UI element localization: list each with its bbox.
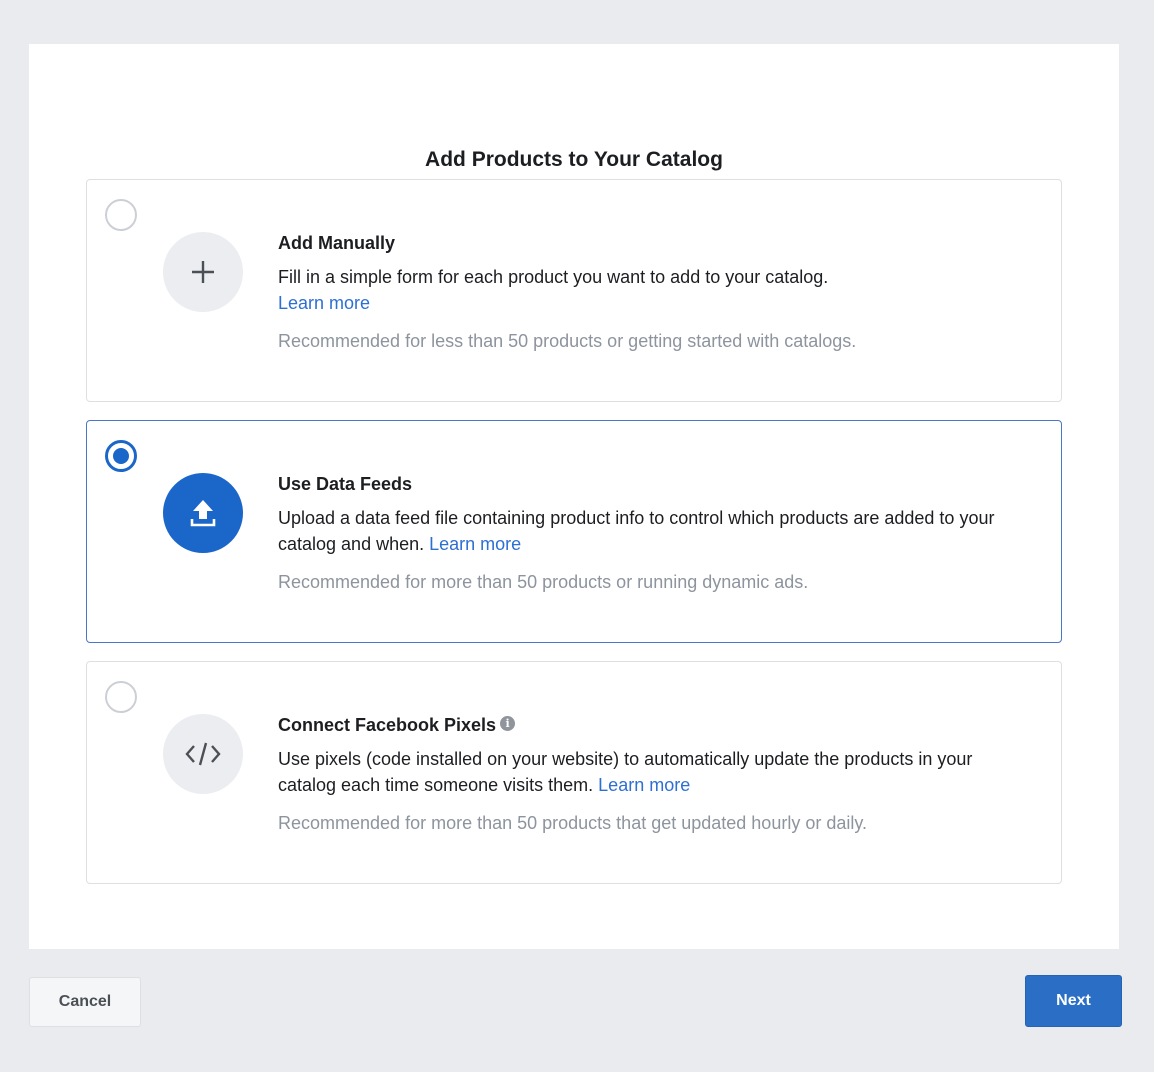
option-title: Add Manually <box>278 233 396 253</box>
code-icon <box>185 742 221 766</box>
option-description-text: Upload a data feed file containing produ… <box>278 508 995 554</box>
learn-more-link[interactable]: Learn more <box>598 775 690 795</box>
next-button[interactable]: Next <box>1025 975 1122 1027</box>
option-description: Use pixels (code installed on your websi… <box>278 746 1018 798</box>
code-icon-circle <box>163 714 243 794</box>
option-use-data-feeds[interactable]: Use Data Feeds Upload a data feed file c… <box>86 420 1062 643</box>
radio-connect-facebook-pixels[interactable] <box>105 681 137 713</box>
dialog-panel: Add Products to Your Catalog Add Manuall… <box>29 44 1119 949</box>
cancel-button[interactable]: Cancel <box>29 977 141 1027</box>
upload-icon-circle <box>163 473 243 553</box>
info-icon[interactable]: i <box>500 716 516 731</box>
option-title: Connect Facebook Pixels i <box>278 714 1018 736</box>
dialog-title: Add Products to Your Catalog <box>425 148 723 171</box>
option-description-text: Fill in a simple form for each product y… <box>278 267 829 287</box>
radio-add-manually[interactable] <box>105 199 137 231</box>
plus-icon-circle <box>163 232 243 312</box>
upload-icon <box>190 500 216 527</box>
learn-more-link[interactable]: Learn more <box>278 293 370 313</box>
option-content: Connect Facebook Pixels i Use pixels (cod… <box>278 714 1018 834</box>
learn-more-link[interactable]: Learn more <box>429 534 521 554</box>
option-recommendation: Recommended for more than 50 products th… <box>278 813 868 833</box>
plus-icon <box>192 261 214 283</box>
option-description: Fill in a simple form for each product y… <box>278 264 1018 316</box>
option-recommendation: Recommended for more than 50 products or… <box>278 572 809 592</box>
option-description: Upload a data feed file containing produ… <box>278 505 1018 557</box>
option-add-manually[interactable]: Add Manually Fill in a simple form for e… <box>86 179 1062 402</box>
radio-use-data-feeds[interactable] <box>105 440 137 472</box>
option-content: Use Data Feeds Upload a data feed file c… <box>278 473 1018 593</box>
option-content: Add Manually Fill in a simple form for e… <box>278 232 1018 352</box>
option-recommendation: Recommended for less than 50 products or… <box>278 331 857 351</box>
option-connect-facebook-pixels[interactable]: Connect Facebook Pixels i Use pixels (cod… <box>86 661 1062 884</box>
option-title-text: Connect Facebook Pixels <box>278 715 497 735</box>
option-title: Use Data Feeds <box>278 474 413 494</box>
